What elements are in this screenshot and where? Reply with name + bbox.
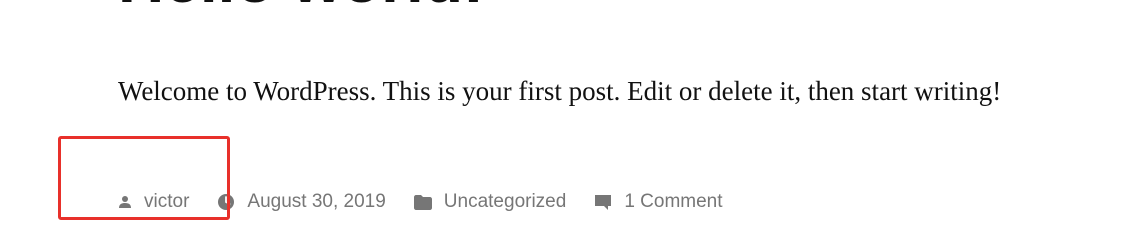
folder-icon (413, 194, 432, 210)
post-content: Welcome to WordPress. This is your first… (118, 76, 1002, 106)
post-title[interactable]: Hello world! (118, 0, 484, 12)
clock-icon (217, 193, 235, 211)
date-link[interactable]: August 30, 2019 (247, 191, 385, 213)
post-meta: victor August 30, 2019 Uncategorized 1 C… (118, 188, 723, 216)
meta-category: Uncategorized (413, 191, 567, 213)
author-link[interactable]: victor (144, 191, 189, 213)
meta-author: victor (118, 191, 189, 213)
post-page: Hello world! Welcome to WordPress. This … (0, 0, 1137, 243)
category-link[interactable]: Uncategorized (444, 191, 567, 213)
comment-icon (594, 193, 612, 211)
meta-comments: 1 Comment (594, 191, 723, 213)
person-icon (118, 195, 132, 209)
comments-link[interactable]: 1 Comment (624, 191, 722, 213)
meta-date: August 30, 2019 (217, 191, 386, 213)
